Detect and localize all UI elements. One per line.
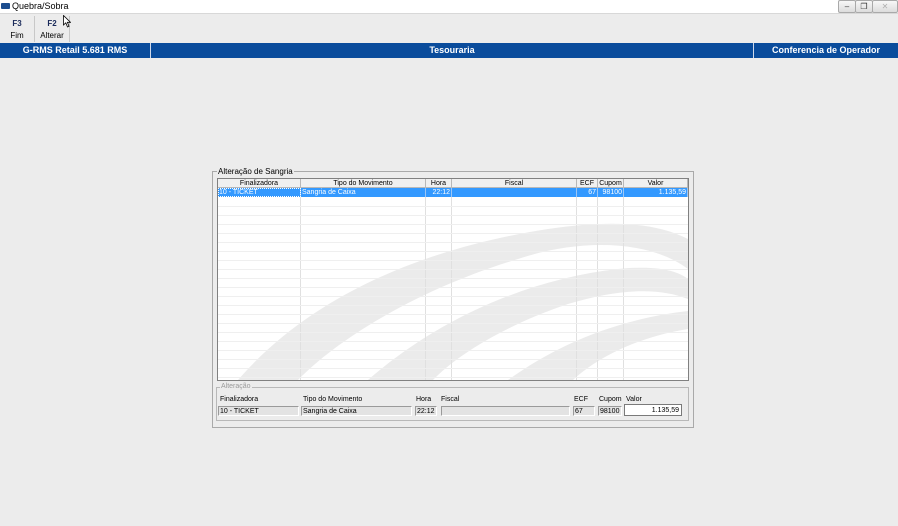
- label-finalizadora: Finalizadora: [220, 396, 259, 403]
- app-icon: [1, 3, 10, 9]
- label-ecf: ECF: [574, 396, 588, 403]
- cell-finalizadora[interactable]: 10 - TICKET: [218, 188, 301, 197]
- grid-lines: [218, 197, 688, 380]
- close-icon: ✕: [881, 2, 889, 11]
- grid-header: Finalizadora Tipo do Movimento Hora Fisc…: [218, 179, 688, 188]
- hora-field: 22:12: [415, 406, 437, 416]
- title-bar: Quebra/Sobra ‒ ❐ ✕: [0, 0, 898, 14]
- cell-tipo[interactable]: Sangria de Caixa: [301, 188, 426, 197]
- close-button[interactable]: ✕: [872, 0, 898, 13]
- minimize-icon: ‒: [844, 2, 850, 11]
- toolbar: F3 Fim F2 Alterar: [0, 14, 898, 43]
- col-header-cupom[interactable]: Cupom: [598, 179, 624, 188]
- fim-button[interactable]: F3 Fim: [0, 16, 34, 42]
- ecf-field: 67: [573, 406, 595, 416]
- cell-hora[interactable]: 22:12: [426, 188, 452, 197]
- label-fiscal: Fiscal: [441, 396, 460, 403]
- label-valor: Valor: [626, 396, 642, 403]
- valor-input[interactable]: 1.135,59: [624, 404, 682, 416]
- restore-icon: ❐: [860, 2, 868, 11]
- minimize-button[interactable]: ‒: [838, 0, 856, 13]
- alterar-label: Alterar: [40, 31, 64, 40]
- screen-name: Conferencia de Operador: [771, 45, 881, 55]
- label-cupom: Cupom: [599, 396, 622, 403]
- col-header-ecf[interactable]: ECF: [577, 179, 598, 188]
- fim-label: Fim: [10, 31, 24, 40]
- mouse-cursor-icon: [63, 15, 71, 28]
- col-header-finalizadora[interactable]: Finalizadora: [218, 179, 301, 188]
- module-header-bar: G-RMS Retail 5.681 RMS Tesouraria Confer…: [0, 43, 898, 58]
- col-header-tipo[interactable]: Tipo do Movimento: [301, 179, 426, 188]
- fim-key: F3: [12, 19, 22, 28]
- restore-button[interactable]: ❐: [855, 0, 873, 13]
- fiscal-field: [441, 406, 570, 416]
- label-hora: Hora: [416, 396, 432, 403]
- cell-cupom[interactable]: 98100: [598, 188, 624, 197]
- label-tipo: Tipo do Movimento: [303, 396, 363, 403]
- finalizadora-field: 10 - TICKET: [218, 406, 299, 416]
- col-header-fiscal[interactable]: Fiscal: [452, 179, 577, 188]
- system-version: G-RMS Retail 5.681 RMS: [0, 43, 151, 58]
- window-title: Quebra/Sobra: [12, 1, 69, 11]
- cell-valor[interactable]: 1.135,59: [624, 188, 688, 197]
- tipo-field: Sangria de Caixa: [301, 406, 412, 416]
- sangria-grid[interactable]: Finalizadora Tipo do Movimento Hora Fisc…: [217, 178, 689, 381]
- alteracao-legend: Alteração: [220, 383, 252, 390]
- cupom-field: 98100: [598, 406, 622, 416]
- col-header-valor[interactable]: Valor: [624, 179, 688, 188]
- alteracao-groupbox: Alteração Finalizadora Tipo do Movimento…: [216, 383, 689, 421]
- cell-ecf[interactable]: 67: [577, 188, 598, 197]
- sangria-legend: Alteração de Sangria: [217, 167, 294, 176]
- cell-fiscal[interactable]: [452, 188, 577, 197]
- col-header-hora[interactable]: Hora: [426, 179, 452, 188]
- table-row[interactable]: 10 - TICKET Sangria de Caixa 22:12 67 98…: [218, 188, 688, 197]
- module-name: Tesouraria: [151, 43, 754, 58]
